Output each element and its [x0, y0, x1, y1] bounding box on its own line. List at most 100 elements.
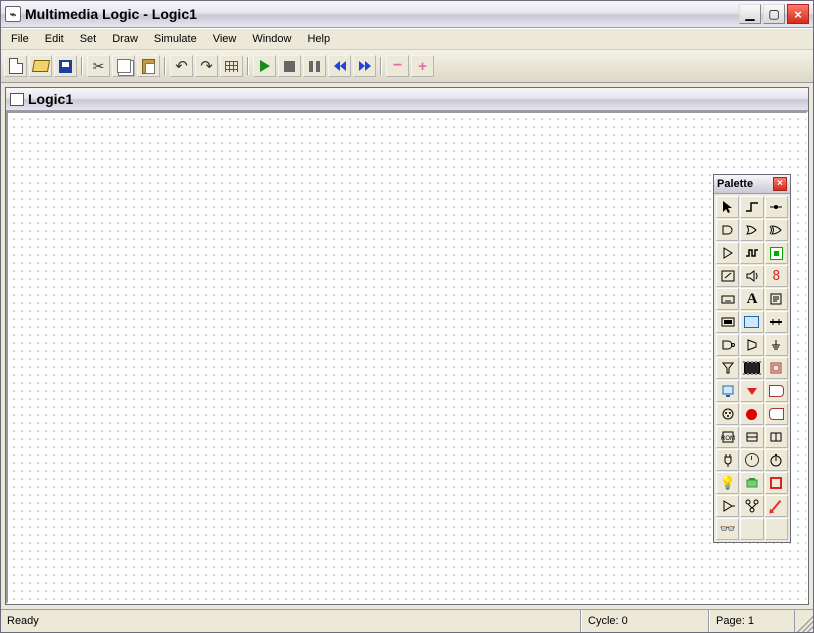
palette-tool-socket[interactable]	[716, 403, 739, 425]
toolbar-open-button[interactable]	[29, 55, 52, 77]
stopwatch-icon	[768, 452, 784, 468]
palette-tool-binoculars[interactable]: 👓	[716, 518, 739, 540]
palette-tool-oscillator[interactable]	[740, 242, 763, 264]
menu-item-help[interactable]: Help	[299, 29, 338, 49]
plus-icon: +	[418, 59, 427, 74]
toolbar-stepfwd-button[interactable]	[353, 55, 376, 77]
palette-tool-display[interactable]	[716, 311, 739, 333]
palette-tool-buffer[interactable]	[716, 242, 739, 264]
menu-item-window[interactable]: Window	[244, 29, 299, 49]
palette-tool-funnel[interactable]	[716, 357, 739, 379]
toolbar-separator	[79, 55, 85, 77]
toolbar-paste-button[interactable]	[137, 55, 160, 77]
device-icon	[744, 475, 760, 491]
status-page-label: Page:	[716, 615, 745, 627]
palette-tool-io-conn[interactable]	[765, 380, 788, 402]
resize-grip[interactable]	[795, 610, 813, 632]
toolbar-new-button[interactable]	[4, 55, 27, 77]
palette-tool-text[interactable]: A	[740, 288, 763, 310]
toolbar-grid-button[interactable]	[220, 55, 243, 77]
palette-close-button[interactable]: ×	[773, 177, 787, 191]
window-title: Multimedia Logic - Logic1	[25, 6, 737, 22]
palette-tool-counter[interactable]	[740, 426, 763, 448]
palette-tool-pointer[interactable]	[716, 196, 739, 218]
palette-tool-register[interactable]	[765, 357, 788, 379]
toolbar-zoomin-button[interactable]: +	[411, 55, 434, 77]
palette-tool-speaker[interactable]	[740, 265, 763, 287]
palette-tool-wire[interactable]	[740, 196, 763, 218]
palette-tool-node[interactable]	[765, 196, 788, 218]
palette-tool-xor-gate[interactable]	[765, 219, 788, 241]
display-icon	[720, 314, 736, 330]
drawing-canvas[interactable]	[8, 113, 806, 602]
palette-titlebar[interactable]: Palette ×	[714, 175, 790, 194]
palette-tool-and-gate[interactable]	[716, 219, 739, 241]
palette-tool-seven-seg[interactable]: 8	[765, 265, 788, 287]
switch-icon	[720, 268, 736, 284]
menu-item-edit[interactable]: Edit	[37, 29, 72, 49]
palette-tool-bus[interactable]	[765, 311, 788, 333]
palette-tool-io-conn-2[interactable]	[765, 403, 788, 425]
palette-tool-rom[interactable]: ROM	[716, 426, 739, 448]
toolbar: ✂ ↶ ↷ − +	[1, 50, 813, 83]
toolbar-cut-button[interactable]: ✂	[87, 55, 110, 77]
palette-tool-ground[interactable]	[765, 334, 788, 356]
open-folder-icon	[31, 60, 49, 72]
titlebar[interactable]: ⌁ Multimedia Logic - Logic1 ▁ ▢ ×	[1, 1, 813, 28]
menu-item-draw[interactable]: Draw	[104, 29, 146, 49]
palette-tool-monitor[interactable]	[716, 380, 739, 402]
toolbar-run-button[interactable]	[253, 55, 276, 77]
toolbar-undo-button[interactable]: ↶	[170, 55, 193, 77]
palette-tool-probe[interactable]	[716, 495, 739, 517]
toolbar-zoomout-button[interactable]: −	[386, 55, 409, 77]
oscillator-icon	[744, 245, 760, 261]
palette-tool-stopwatch[interactable]	[765, 449, 788, 471]
palette-tool-draw[interactable]	[765, 495, 788, 517]
palette-tool-arrow-down[interactable]	[740, 380, 763, 402]
toolbar-save-button[interactable]	[54, 55, 77, 77]
palette-tool-tristate[interactable]	[716, 334, 739, 356]
palette-tool-keyboard[interactable]	[716, 288, 739, 310]
menu-item-file[interactable]: File	[3, 29, 37, 49]
close-button[interactable]: ×	[787, 4, 809, 24]
toolbar-redo-button[interactable]: ↷	[195, 55, 218, 77]
fastfwd-icon	[359, 61, 371, 71]
toolbar-stepback-button[interactable]	[328, 55, 351, 77]
child-titlebar[interactable]: Logic1	[6, 88, 808, 111]
palette-tool-stop-sign[interactable]	[765, 472, 788, 494]
maximize-button[interactable]: ▢	[763, 4, 785, 24]
minimize-button[interactable]: ▁	[739, 4, 761, 24]
palette-tool-chip[interactable]	[740, 357, 763, 379]
toolbar-pause-button[interactable]	[303, 55, 326, 77]
palette-tool-switch[interactable]	[716, 265, 739, 287]
palette-tool-or-gate[interactable]	[740, 219, 763, 241]
menu-item-simulate[interactable]: Simulate	[146, 29, 205, 49]
toolbar-copy-button[interactable]	[112, 55, 135, 77]
palette-window[interactable]: Palette × 8A ROM 💡 👓	[713, 174, 791, 543]
mux-icon	[744, 337, 760, 353]
palette-tool-plug[interactable]	[716, 449, 739, 471]
ground-icon	[768, 337, 784, 353]
palette-tool-record[interactable]	[740, 403, 763, 425]
text-icon: A	[747, 291, 758, 308]
palette-tool-device[interactable]	[740, 472, 763, 494]
menu-item-set[interactable]: Set	[72, 29, 105, 49]
palette-tool-screen[interactable]	[740, 311, 763, 333]
palette-tool-grid: 8A ROM 💡 👓	[714, 194, 790, 542]
record-icon	[746, 409, 757, 420]
clock-icon	[745, 453, 759, 467]
palette-tool-mux[interactable]	[740, 334, 763, 356]
palette-tool-network[interactable]	[740, 495, 763, 517]
palette-tool-bulb[interactable]: 💡	[716, 472, 739, 494]
socket-icon	[720, 406, 736, 422]
palette-tool-counter-2[interactable]	[765, 426, 788, 448]
child-title: Logic1	[28, 91, 73, 107]
palette-tool-write[interactable]	[765, 288, 788, 310]
status-page: Page: 1	[709, 610, 795, 632]
menu-item-view[interactable]: View	[205, 29, 245, 49]
io-conn-icon	[769, 385, 784, 397]
palette-tool-led[interactable]	[765, 242, 788, 264]
status-ready: Ready	[1, 610, 581, 632]
palette-tool-clock[interactable]	[740, 449, 763, 471]
toolbar-stop-button[interactable]	[278, 55, 301, 77]
